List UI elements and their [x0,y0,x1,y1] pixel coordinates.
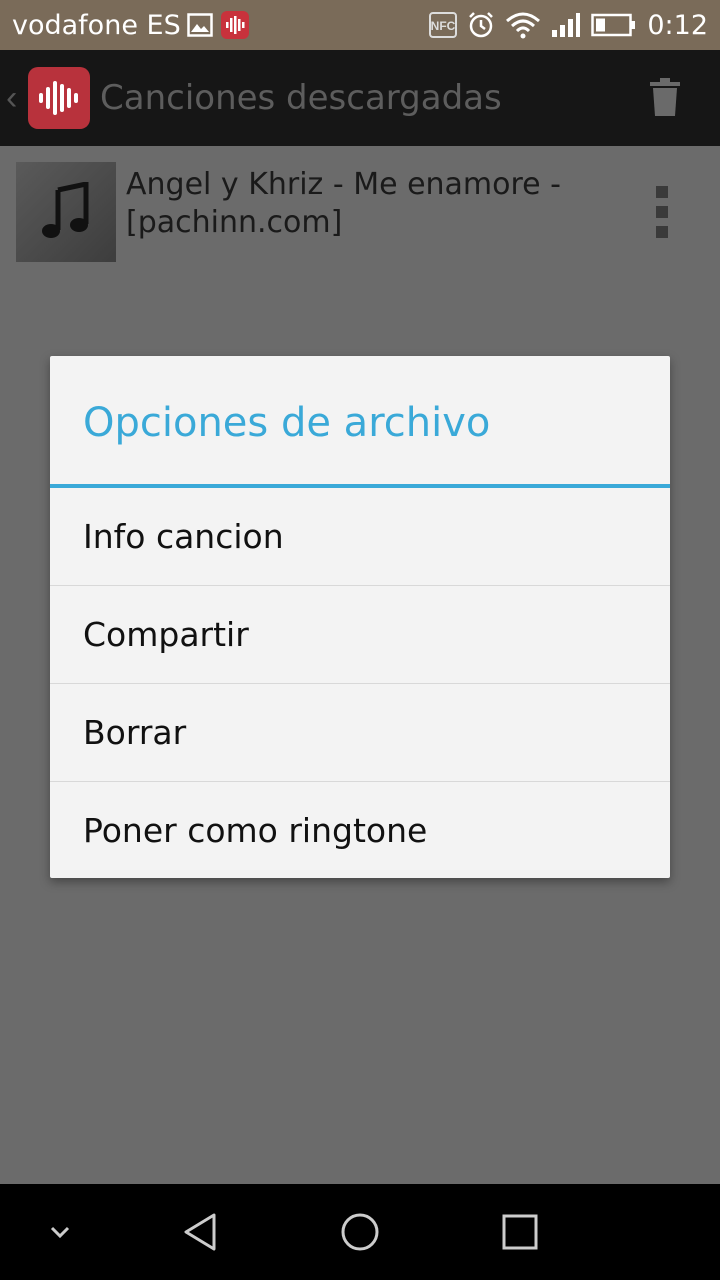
clock: 0:12 [647,9,708,41]
back-chevron-icon[interactable]: ‹ [6,79,26,118]
svg-text:NFC: NFC [431,19,456,33]
dialog-title: Opciones de archivo [83,400,491,446]
app-notification-icon [220,11,249,39]
status-bar: vodafone ES NFC 0:12 [0,0,720,50]
hide-keyboard-icon[interactable] [30,1184,90,1280]
nfc-icon: NFC [429,12,458,38]
page-title: Canciones descargadas [100,78,502,118]
song-title: Angel y Khriz - Me enamore - [pachinn.co… [126,167,561,240]
signal-icon [551,12,581,38]
recents-square-icon[interactable] [490,1184,550,1280]
home-circle-icon[interactable] [330,1184,390,1280]
option-borrar[interactable]: Borrar [50,684,670,782]
overflow-menu-icon[interactable] [656,186,670,246]
back-triangle-icon[interactable] [170,1184,230,1280]
app-bar: ‹ Canciones descargadas [0,50,720,146]
option-poner-como-ringtone[interactable]: Poner como ringtone [50,782,670,878]
app-logo-icon[interactable] [28,67,90,129]
wifi-icon [505,11,541,39]
battery-icon [591,13,637,37]
navigation-bar [0,1184,720,1280]
trash-icon[interactable] [650,78,680,121]
list-item[interactable]: Angel y Khriz - Me enamore - [pachinn.co… [0,146,720,276]
alarm-icon [467,11,495,39]
music-note-icon [16,162,116,262]
carrier-name: vodafone ES [12,9,181,41]
option-compartir[interactable]: Compartir [50,586,670,684]
option-info-cancion[interactable]: Info cancion [50,488,670,586]
image-icon [186,13,213,37]
options-menu: Info cancion Compartir Borrar Poner como… [50,488,670,878]
file-options-dialog: Opciones de archivo Info cancion Compart… [50,356,670,878]
